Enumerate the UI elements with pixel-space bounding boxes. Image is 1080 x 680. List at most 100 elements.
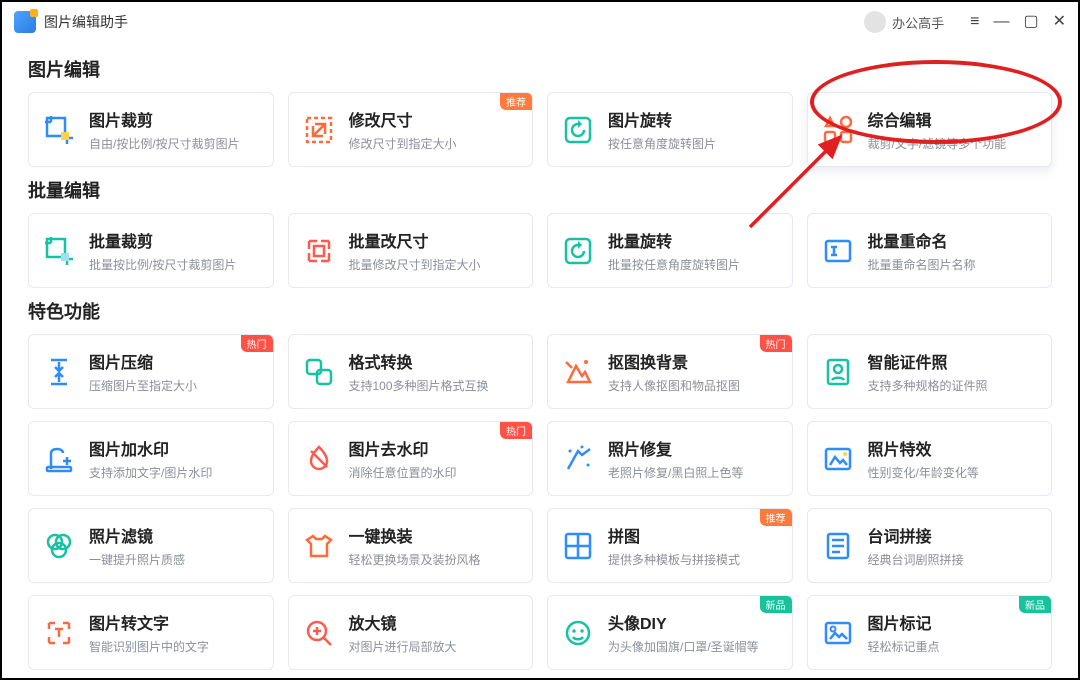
card-desc: 裁剪/文字/滤镜等多个功能 xyxy=(868,135,1007,152)
card-title: 综合编辑 xyxy=(868,107,1007,131)
card-resize[interactable]: 推荐 修改尺寸 修改尺寸到指定大小 xyxy=(288,92,534,167)
card-title: 图片去水印 xyxy=(349,436,457,460)
card-desc: 修改尺寸到指定大小 xyxy=(349,135,457,152)
repair-icon xyxy=(560,441,596,477)
convert-icon xyxy=(301,354,337,390)
ocr-icon xyxy=(41,615,77,651)
rotate-green-icon xyxy=(560,233,596,269)
card-title: 头像DIY xyxy=(608,610,759,634)
card-batch-rotate[interactable]: 批量旋转 批量按任意角度旋转图片 xyxy=(547,213,793,288)
subtitle-icon xyxy=(820,528,856,564)
badge-hot: 热门 xyxy=(500,422,532,439)
card-desc: 性别变化/年龄变化等 xyxy=(868,464,979,481)
card-desc: 为头像加国旗/口罩/圣诞帽等 xyxy=(608,638,759,655)
card-dress[interactable]: 一键换装 轻松更换场景及装扮风格 xyxy=(288,508,534,583)
section-title-special: 特色功能 xyxy=(28,298,1052,324)
card-collage[interactable]: 推荐 拼图 提供多种模板与拼接模式 xyxy=(547,508,793,583)
combo-icon xyxy=(820,112,856,148)
card-title: 图片压缩 xyxy=(89,349,197,373)
minimize-button[interactable]: — xyxy=(993,14,1009,30)
card-title: 拼图 xyxy=(608,523,740,547)
dress-icon xyxy=(301,528,337,564)
grid-special: 热门 图片压缩 压缩图片至指定大小 格式转换 支持100多种图片格式互换 热门 xyxy=(28,334,1052,670)
card-batch-resize[interactable]: 批量改尺寸 批量修改尺寸到指定大小 xyxy=(288,213,534,288)
card-watermark-remove[interactable]: 热门 图片去水印 消除任意位置的水印 xyxy=(288,421,534,496)
card-convert[interactable]: 格式转换 支持100多种图片格式互换 xyxy=(288,334,534,409)
card-combo-edit[interactable]: 综合编辑 裁剪/文字/滤镜等多个功能 xyxy=(807,92,1053,167)
badge-recommend: 推荐 xyxy=(760,509,792,526)
crop-green-icon xyxy=(41,233,77,269)
card-batch-crop[interactable]: 批量裁剪 批量按比例/按尺寸裁剪图片 xyxy=(28,213,274,288)
grid-edit: 图片裁剪 自由/按比例/按尺寸裁剪图片 推荐 修改尺寸 修改尺寸到指定大小 图片… xyxy=(28,92,1052,167)
annotate-icon xyxy=(820,615,856,651)
card-title: 格式转换 xyxy=(349,349,489,373)
section-title-edit: 图片编辑 xyxy=(28,56,1052,82)
badge-recommend: 推荐 xyxy=(500,93,532,110)
effects-icon xyxy=(820,441,856,477)
card-avatar-diy[interactable]: 新品 头像DIY 为头像加国旗/口罩/圣诞帽等 xyxy=(547,595,793,670)
card-desc: 老照片修复/黑白照上色等 xyxy=(608,464,743,481)
watermark-add-icon xyxy=(41,441,77,477)
card-desc: 批量重命名图片名称 xyxy=(868,256,976,273)
close-button[interactable]: ✕ xyxy=(1053,14,1066,30)
card-desc: 支持添加文字/图片水印 xyxy=(89,464,212,481)
card-watermark-add[interactable]: 图片加水印 支持添加文字/图片水印 xyxy=(28,421,274,496)
card-title: 批量旋转 xyxy=(608,228,740,252)
section-title-batch: 批量编辑 xyxy=(28,177,1052,203)
card-desc: 轻松更换场景及装扮风格 xyxy=(349,551,481,568)
card-annotate[interactable]: 新品 图片标记 轻松标记重点 xyxy=(807,595,1053,670)
badge-new: 新品 xyxy=(760,596,792,613)
card-batch-rename[interactable]: 批量重命名 批量重命名图片名称 xyxy=(807,213,1053,288)
zoom-icon xyxy=(301,615,337,651)
card-desc: 智能识别图片中的文字 xyxy=(89,638,209,655)
card-desc: 一键提升照片质感 xyxy=(89,551,185,568)
card-title: 图片加水印 xyxy=(89,436,212,460)
card-title: 放大镜 xyxy=(349,610,457,634)
card-effects[interactable]: 照片特效 性别变化/年龄变化等 xyxy=(807,421,1053,496)
card-desc: 自由/按比例/按尺寸裁剪图片 xyxy=(89,135,240,152)
card-idphoto[interactable]: 智能证件照 支持多种规格的证件照 xyxy=(807,334,1053,409)
titlebar: 图片编辑助手 办公高手 ≡ — ▢ ✕ xyxy=(2,2,1078,42)
card-title: 图片旋转 xyxy=(608,107,716,131)
card-desc: 支持100多种图片格式互换 xyxy=(349,377,489,394)
menu-button[interactable]: ≡ xyxy=(970,14,979,30)
card-ocr[interactable]: 图片转文字 智能识别图片中的文字 xyxy=(28,595,274,670)
card-filter[interactable]: 照片滤镜 一键提升照片质感 xyxy=(28,508,274,583)
card-cutout[interactable]: 热门 抠图换背景 支持人像抠图和物品抠图 xyxy=(547,334,793,409)
card-desc: 轻松标记重点 xyxy=(868,638,940,655)
card-title: 图片裁剪 xyxy=(89,107,240,131)
cutout-icon xyxy=(560,354,596,390)
card-desc: 支持人像抠图和物品抠图 xyxy=(608,377,740,394)
card-desc: 按任意角度旋转图片 xyxy=(608,135,716,152)
rename-icon xyxy=(820,233,856,269)
card-desc: 经典台词剧照拼接 xyxy=(868,551,964,568)
badge-hot: 热门 xyxy=(760,335,792,352)
card-desc: 对图片进行局部放大 xyxy=(349,638,457,655)
resize-icon xyxy=(301,112,337,148)
card-desc: 批量按任意角度旋转图片 xyxy=(608,256,740,273)
card-title: 图片标记 xyxy=(868,610,940,634)
card-desc: 压缩图片至指定大小 xyxy=(89,377,197,394)
card-repair[interactable]: 照片修复 老照片修复/黑白照上色等 xyxy=(547,421,793,496)
maximize-button[interactable]: ▢ xyxy=(1023,14,1038,30)
watermark-remove-icon xyxy=(301,441,337,477)
card-title: 修改尺寸 xyxy=(349,107,457,131)
card-title: 图片转文字 xyxy=(89,610,209,634)
resize-red-icon xyxy=(301,233,337,269)
user-block[interactable]: 办公高手 xyxy=(864,11,944,33)
card-title: 一键换装 xyxy=(349,523,481,547)
card-rotate[interactable]: 图片旋转 按任意角度旋转图片 xyxy=(547,92,793,167)
card-crop[interactable]: 图片裁剪 自由/按比例/按尺寸裁剪图片 xyxy=(28,92,274,167)
user-name: 办公高手 xyxy=(892,13,944,32)
card-title: 抠图换背景 xyxy=(608,349,740,373)
collage-icon xyxy=(560,528,596,564)
card-title: 智能证件照 xyxy=(868,349,988,373)
card-zoom[interactable]: 放大镜 对图片进行局部放大 xyxy=(288,595,534,670)
card-desc: 支持多种规格的证件照 xyxy=(868,377,988,394)
card-compress[interactable]: 热门 图片压缩 压缩图片至指定大小 xyxy=(28,334,274,409)
compress-icon xyxy=(41,354,77,390)
card-title: 照片特效 xyxy=(868,436,979,460)
card-subtitle[interactable]: 台词拼接 经典台词剧照拼接 xyxy=(807,508,1053,583)
avatar-icon xyxy=(864,11,886,33)
grid-batch: 批量裁剪 批量按比例/按尺寸裁剪图片 批量改尺寸 批量修改尺寸到指定大小 批量旋… xyxy=(28,213,1052,288)
